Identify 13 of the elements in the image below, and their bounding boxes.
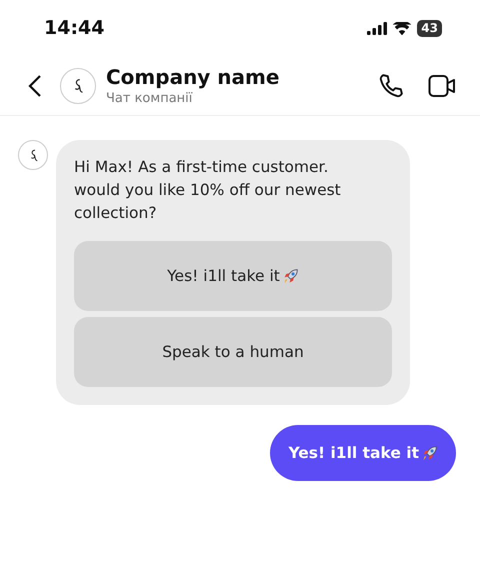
battery-indicator: 43 <box>417 20 442 36</box>
video-icon[interactable] <box>428 74 456 98</box>
reply-option[interactable]: Speak to a human <box>74 317 392 387</box>
phone-icon[interactable] <box>378 72 404 98</box>
chat-subtitle: Чат компанії <box>106 91 194 106</box>
reply-option[interactable]: Yes! i1ll take it <box>74 241 392 311</box>
message-text: Hi Max! As a first-time customer. would you like 10% off our newest collection? <box>74 157 342 224</box>
back-button[interactable] <box>28 74 42 98</box>
status-time: 14:44 <box>44 17 104 39</box>
chat-title: Company name <box>106 65 280 89</box>
wifi-icon <box>393 22 412 34</box>
sent-message: Yes! i1ll take it <box>270 425 456 481</box>
signal-icon <box>367 22 388 34</box>
